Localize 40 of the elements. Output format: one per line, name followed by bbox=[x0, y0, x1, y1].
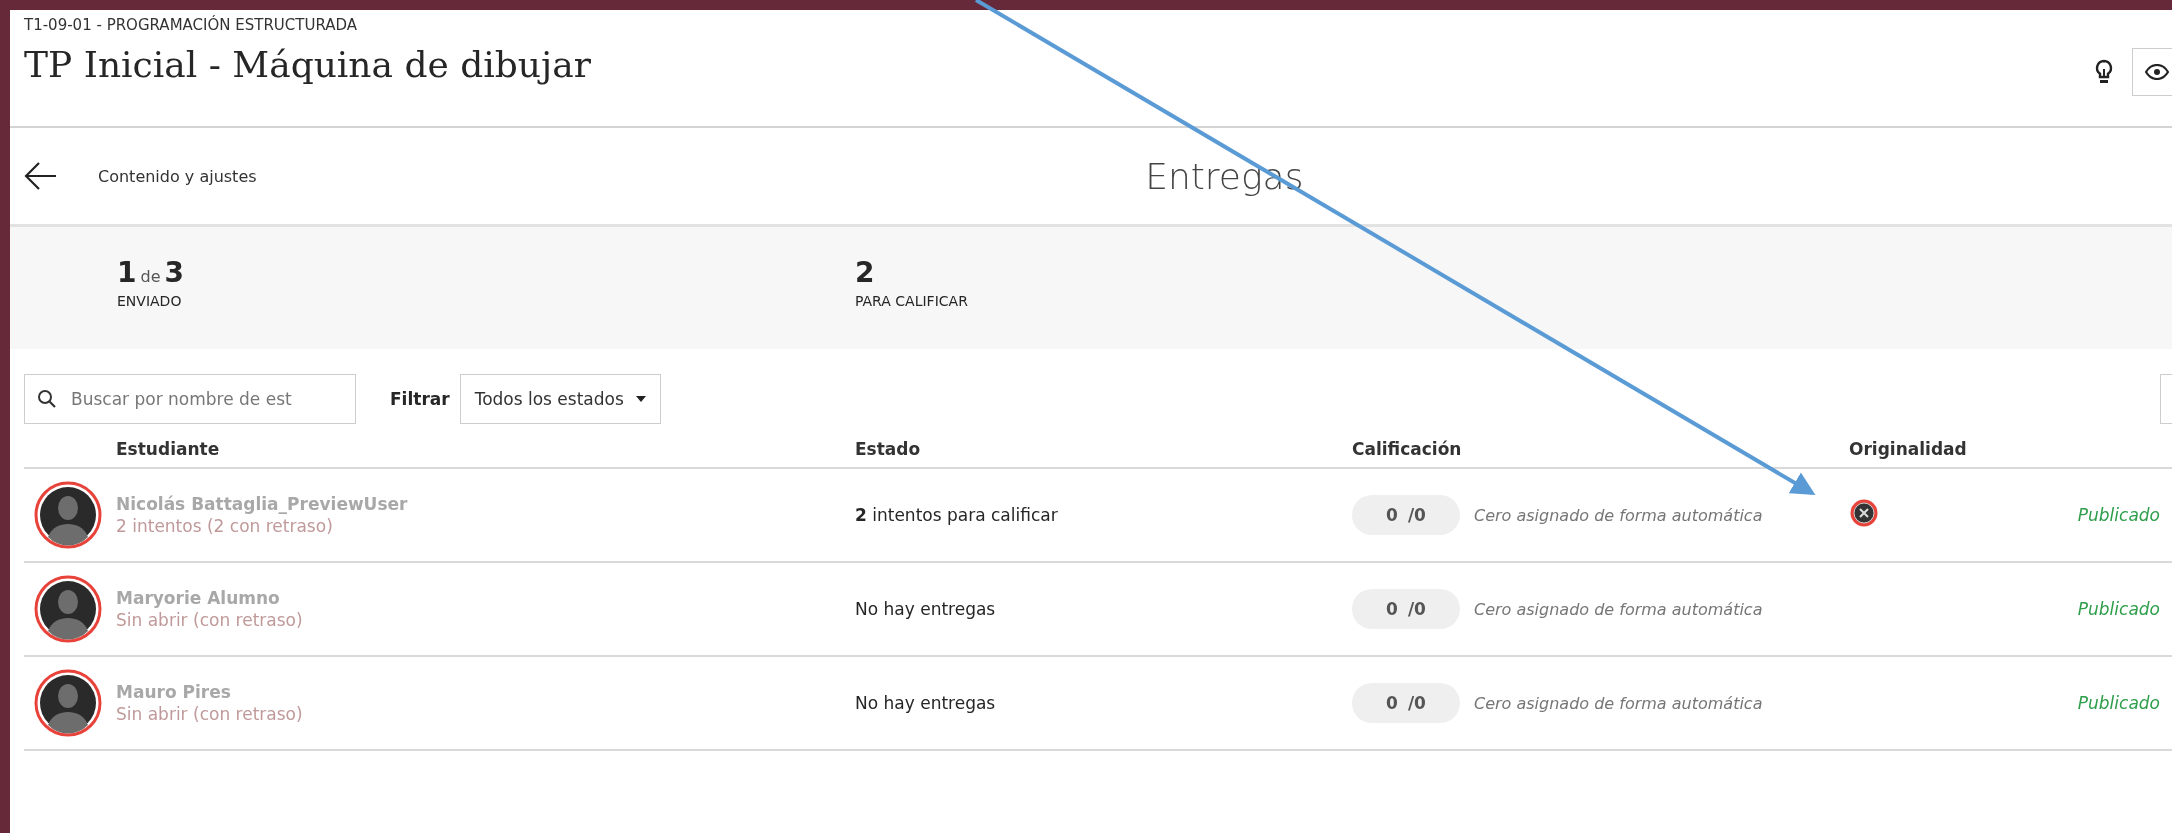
stat-label: PARA CALIFICAR bbox=[855, 293, 969, 309]
grade-note: Cero asignado de forma automática bbox=[1474, 599, 1763, 619]
stat-value: 1 de 3 bbox=[117, 259, 185, 287]
status-filter-dropdown[interactable]: Todos los estados bbox=[459, 374, 661, 424]
column-header[interactable]: Estudiante bbox=[116, 439, 855, 459]
back-link[interactable]: Contenido y ajustes bbox=[98, 166, 257, 186]
grade-note: Cero asignado de forma automática bbox=[1474, 505, 1763, 525]
caret-icon bbox=[635, 396, 646, 402]
grade-note: Cero asignado de forma automática bbox=[1474, 693, 1763, 713]
back-button[interactable] bbox=[24, 161, 58, 191]
grade-field[interactable]: 0 /0 bbox=[1352, 495, 1460, 535]
stat-value: 2 bbox=[855, 259, 876, 287]
publish-status: Publicado bbox=[2077, 505, 2160, 525]
avatar-icon bbox=[34, 669, 102, 737]
avatar-icon bbox=[34, 575, 102, 643]
lightbulb-icon[interactable] bbox=[2094, 59, 2114, 85]
submission-status: No hay entregas bbox=[855, 599, 997, 619]
originality-flag-icon[interactable] bbox=[1849, 498, 1879, 528]
student-detail: Sin abrir (con retraso) bbox=[116, 704, 304, 724]
grade-field[interactable]: 0 /0 bbox=[1352, 589, 1460, 629]
eye-icon bbox=[2145, 64, 2169, 80]
avatar-icon bbox=[34, 481, 102, 549]
stat-label: ENVIADO bbox=[117, 293, 183, 309]
publish-status: Publicado bbox=[2077, 693, 2160, 713]
preview-button[interactable] bbox=[2132, 48, 2172, 96]
course-code: T1-09-01 - PROGRAMACIÓN ESTRUCTURADA bbox=[24, 16, 359, 34]
grade-field[interactable]: 0 /0 bbox=[1352, 683, 1460, 723]
page-title: TP Inicial - Máquina de dibujar bbox=[24, 44, 591, 85]
publish-status: Publicado bbox=[2077, 599, 2160, 619]
student-detail: Sin abrir (con retraso) bbox=[116, 610, 304, 630]
student-detail: 2 intentos (2 con retraso) bbox=[116, 516, 334, 536]
column-header[interactable]: Calificación bbox=[1352, 439, 1849, 459]
filter-label: Filtrar bbox=[390, 389, 450, 409]
search-field[interactable]: Buscar por nombre de est bbox=[24, 374, 356, 424]
column-header[interactable]: Originalidad bbox=[1849, 439, 2172, 459]
column-header[interactable]: Estado bbox=[855, 439, 1352, 459]
search-icon bbox=[37, 389, 57, 409]
back-arrow-icon bbox=[24, 161, 58, 191]
submission-status: No hay entregas bbox=[855, 693, 997, 713]
submission-status: 2 intentos para calificar bbox=[855, 505, 1059, 525]
